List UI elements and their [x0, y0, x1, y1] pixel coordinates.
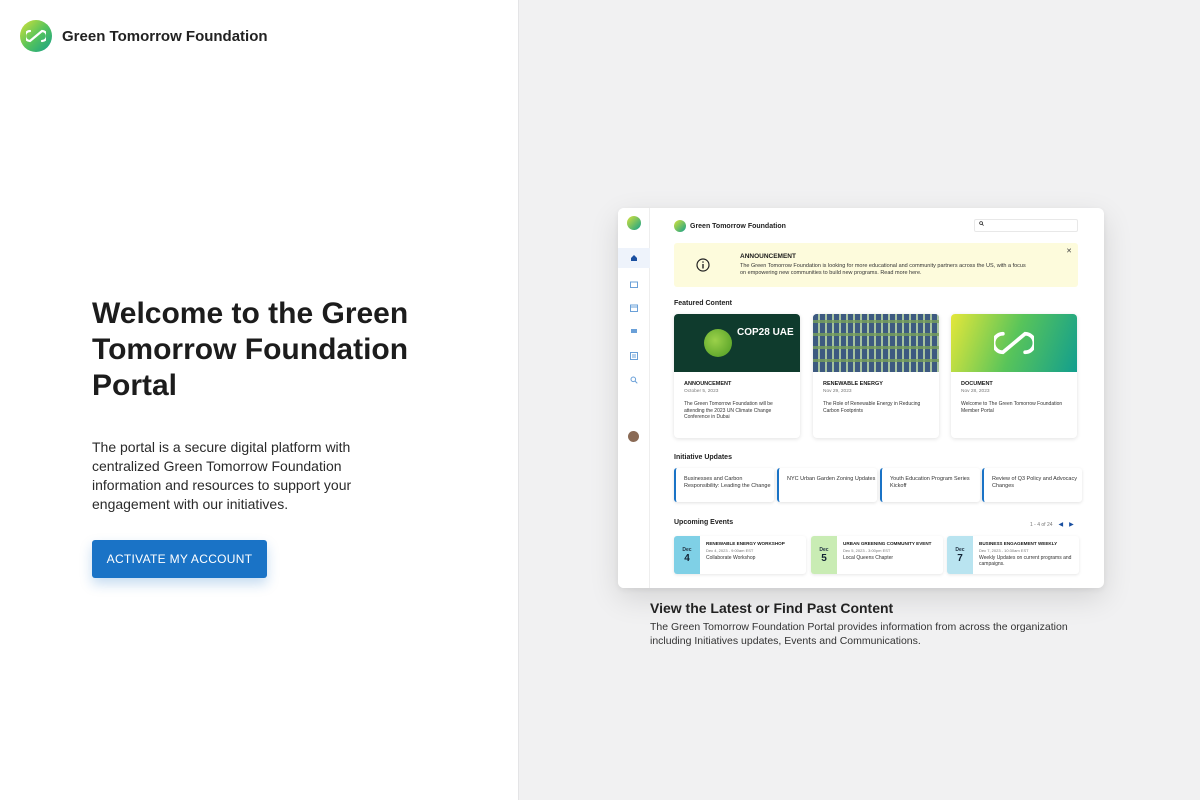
flag-icon[interactable] — [628, 326, 640, 338]
search-icon[interactable] — [628, 374, 640, 386]
event-name: Local Queens Chapter — [843, 555, 894, 561]
card-description: The Green Tomorrow Foundation will be at… — [684, 401, 773, 420]
card-label: DOCUMENT — [961, 381, 993, 387]
card-description: Welcome to The Green Tomorrow Foundation… — [961, 401, 1063, 414]
preview-header: Green Tomorrow Foundation — [674, 220, 786, 232]
event-date: Dec 4 — [674, 536, 700, 574]
preview-header-title: Green Tomorrow Foundation — [690, 222, 786, 230]
preview-sidebar — [618, 208, 650, 588]
calendar-icon[interactable] — [628, 302, 640, 314]
featured-card[interactable]: DOCUMENT Nov 28, 2023 Welcome to The Gre… — [951, 314, 1077, 438]
update-item[interactable]: NYC Urban Garden Zoning Updates — [777, 468, 877, 502]
caption-body: The Green Tomorrow Foundation Portal pro… — [650, 621, 1068, 647]
solar-panels-image — [813, 314, 939, 372]
close-icon[interactable]: ✕ — [1066, 247, 1072, 255]
announcement-text: The Green Tomorrow Foundation is looking… — [740, 263, 1026, 276]
event-card[interactable]: Dec 5 URBAN GREENING COMMUNITY EVENT Dec… — [811, 536, 943, 574]
card-label: RENEWABLE ENERGY — [823, 381, 883, 387]
card-label: ANNOUNCEMENT — [684, 381, 732, 387]
cop28-image: COP28 UAE — [674, 314, 800, 372]
document-image — [951, 314, 1077, 372]
event-date: Dec 7 — [947, 536, 973, 574]
pager-text: 1 - 4 of 24 — [1030, 521, 1053, 528]
event-card[interactable]: Dec 4 RENEWABLE ENERGY WORKSHOP Dec 4, 2… — [674, 536, 806, 574]
foundation-logo-icon — [20, 20, 52, 52]
event-time: Dec 7, 2023 - 10:30am EST — [979, 548, 1029, 553]
event-name: Weekly Updates on current programs and c… — [979, 555, 1072, 567]
hero-description: The portal is a secure digital platform … — [92, 439, 352, 512]
left-panel: Green Tomorrow Foundation Welcome to the… — [0, 0, 518, 800]
brand-header[interactable]: Green Tomorrow Foundation — [20, 20, 268, 52]
event-card[interactable]: Dec 7 BUSINESS ENGAGEMENT WEEKLY Dec 7, … — [947, 536, 1079, 574]
activate-account-button[interactable]: ACTIVATE MY ACCOUNT — [92, 540, 267, 578]
preview-caption: View the Latest or Find Past Content The… — [650, 600, 1090, 648]
event-title: BUSINESS ENGAGEMENT WEEKLY — [979, 541, 1058, 546]
card-date: Nov 29, 2023 — [823, 389, 852, 394]
chevron-left-icon[interactable]: ◀ — [1059, 521, 1064, 528]
home-icon[interactable] — [618, 248, 650, 268]
event-day: 5 — [821, 552, 827, 564]
update-item[interactable]: Youth Education Program Series Kickoff — [880, 468, 980, 502]
list-icon[interactable] — [628, 350, 640, 362]
hero-section: Welcome to the Green Tomorrow Foundation… — [92, 296, 422, 514]
info-icon — [674, 243, 732, 287]
chevron-right-icon[interactable]: ▶ — [1069, 521, 1074, 528]
featured-card[interactable]: COP28 UAE ANNOUNCEMENT October 5, 2023 T… — [674, 314, 800, 438]
preview-logo-icon — [627, 216, 641, 230]
event-name: Collaborate Workshop — [706, 555, 756, 561]
announcement-title: ANNOUNCEMENT — [740, 253, 796, 260]
announcement-banner: ANNOUNCEMENT The Green Tomorrow Foundati… — [674, 243, 1078, 287]
event-time: Dec 4, 2023 - 9:00am EST — [706, 548, 754, 553]
updates-heading: Initiative Updates — [674, 454, 732, 461]
events-pager: 1 - 4 of 24 ◀ ▶ — [1030, 521, 1074, 529]
events-heading: Upcoming Events — [674, 519, 734, 526]
brand-name: Green Tomorrow Foundation — [62, 27, 268, 45]
preview-search-input[interactable] — [974, 219, 1078, 232]
folder-icon[interactable] — [628, 278, 640, 290]
search-icon — [979, 221, 984, 226]
portal-preview: Green Tomorrow Foundation ANNOUNCEMENT T… — [618, 208, 1104, 588]
event-day: 7 — [957, 552, 963, 564]
page-title: Welcome to the Green Tomorrow Foundation… — [92, 297, 409, 402]
featured-heading: Featured Content — [674, 300, 732, 307]
card-date: Nov 28, 2023 — [961, 389, 990, 394]
avatar[interactable] — [628, 431, 639, 442]
preview-header-logo-icon — [674, 220, 686, 232]
event-title: RENEWABLE ENERGY WORKSHOP — [706, 541, 785, 546]
globe-icon — [704, 329, 732, 357]
card-description: The Role of Renewable Energy in Reducing… — [823, 401, 921, 414]
cop28-logo-text: COP28 UAE — [737, 327, 794, 338]
update-item[interactable]: Review of Q3 Policy and Advocacy Changes — [982, 468, 1082, 502]
event-date: Dec 5 — [811, 536, 837, 574]
card-date: October 5, 2023 — [684, 389, 719, 394]
event-title: URBAN GREENING COMMUNITY EVENT — [843, 541, 932, 546]
event-time: Dec 5, 2023 - 3:00pm EST — [843, 548, 891, 553]
event-day: 4 — [684, 552, 690, 564]
update-item[interactable]: Businesses and Carbon Responsibility: Le… — [674, 468, 774, 502]
foundation-logo-icon — [994, 331, 1034, 355]
caption-title: View the Latest or Find Past Content — [650, 600, 894, 616]
featured-card[interactable]: RENEWABLE ENERGY Nov 29, 2023 The Role o… — [813, 314, 939, 438]
